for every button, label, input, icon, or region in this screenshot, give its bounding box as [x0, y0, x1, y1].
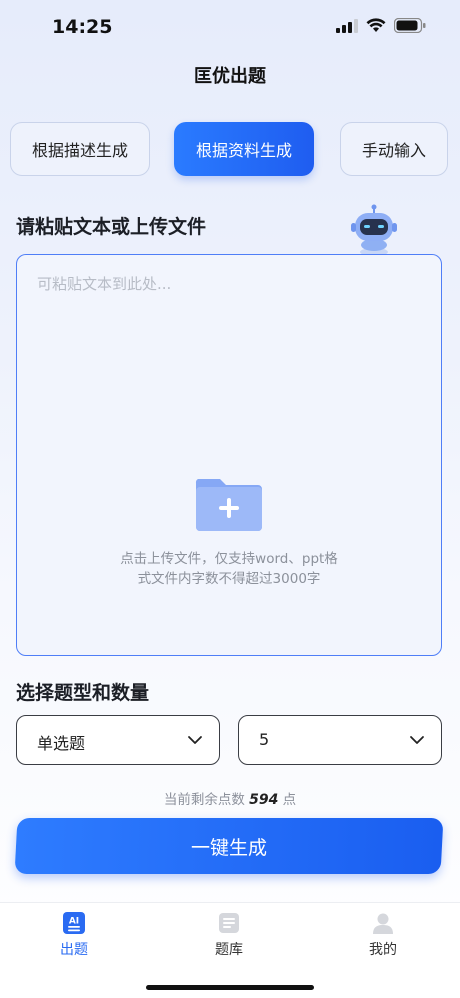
chevron-down-icon — [410, 736, 424, 744]
bottom-tab-bar: AI 出题 题库 我的 — [0, 902, 460, 998]
tabbar-item-questions[interactable]: AI 出题 — [14, 911, 134, 959]
remaining-prefix: 当前剩余点数 — [163, 792, 245, 808]
status-icons — [336, 18, 426, 33]
question-type-select[interactable]: 单选题 — [16, 715, 220, 765]
tab-manual[interactable]: 手动输入 — [340, 122, 448, 176]
tabbar-label: 出题 — [60, 942, 88, 958]
text-placeholder: 可粘贴文本到此处... — [37, 275, 172, 293]
upload-hint-line: 式文件内字数不得超过3000字 — [137, 571, 321, 587]
tab-describe[interactable]: 根据描述生成 — [10, 122, 150, 176]
ai-icon: AI — [63, 912, 85, 934]
remaining-points: 当前剩余点数 594 点 — [0, 788, 460, 808]
tabbar-label: 题库 — [215, 942, 243, 958]
tabbar-label: 我的 — [369, 942, 397, 958]
generate-button[interactable]: 一键生成 — [14, 818, 444, 874]
question-count-value: 5 — [259, 730, 270, 749]
tabbar-item-bank[interactable]: 题库 — [169, 911, 289, 959]
svg-text:AI: AI — [69, 917, 79, 927]
folder-add-icon[interactable] — [194, 477, 264, 531]
tab-label: 手动输入 — [361, 141, 426, 160]
page-title: 匡优出题 — [194, 66, 266, 87]
remaining-value: 594 — [249, 792, 279, 808]
question-bank-icon — [219, 913, 239, 933]
tab-material[interactable]: 根据资料生成 — [174, 122, 314, 176]
upload-hint: 点击上传文件，仅支持word、ppt格 式文件内字数不得超过3000字 — [17, 549, 441, 589]
upload-section-title: 请粘贴文本或上传文件 — [16, 216, 207, 238]
text-upload-area[interactable]: 可粘贴文本到此处... 点击上传文件，仅支持word、ppt格 式文件内字数不得… — [16, 254, 442, 656]
remaining-suffix: 点 — [282, 792, 297, 808]
chevron-down-icon — [188, 736, 202, 744]
status-time: 14:25 — [52, 16, 113, 38]
generate-label: 一键生成 — [190, 836, 267, 859]
signal-icon — [336, 18, 358, 33]
question-type-value: 单选题 — [37, 734, 86, 753]
robot-mascot-icon — [351, 204, 397, 256]
battery-icon — [394, 18, 426, 33]
home-indicator — [146, 985, 314, 990]
question-type-section-title: 选择题型和数量 — [16, 682, 150, 704]
tab-label: 根据资料生成 — [195, 141, 292, 160]
upload-hint-line: 点击上传文件，仅支持word、ppt格 — [120, 551, 338, 567]
tabbar-item-profile[interactable]: 我的 — [323, 911, 443, 959]
tab-label: 根据描述生成 — [31, 141, 128, 160]
question-count-select[interactable]: 5 — [238, 715, 442, 765]
profile-icon — [373, 913, 393, 934]
wifi-icon — [366, 18, 386, 32]
